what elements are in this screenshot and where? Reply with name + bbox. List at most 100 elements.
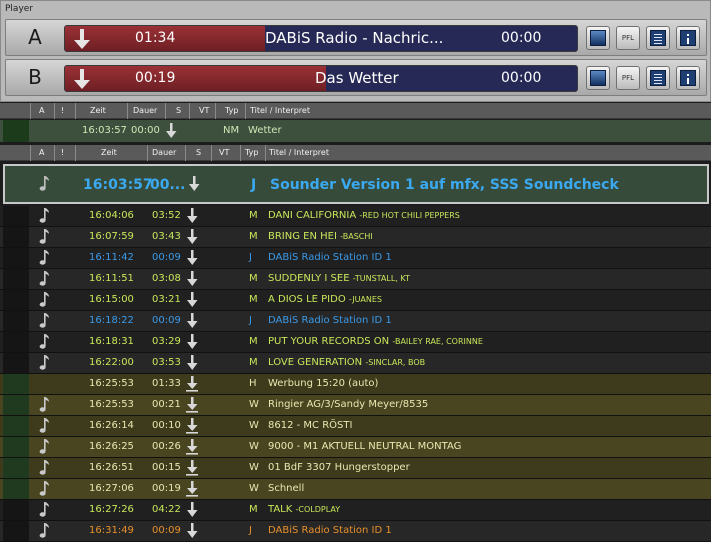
deck-b-cue-button[interactable] [586,66,610,90]
row-duration: 00:09 [152,315,181,326]
row-title-text: BRING EN HEI [268,231,337,242]
deck-a-cue-button[interactable] [586,26,610,50]
col-vt: VT [199,106,210,115]
row-marker [3,437,29,457]
document-icon [650,30,666,46]
deck-b: B 00:19 Das Wetter 00:00 PFL [5,59,707,96]
current-item-row[interactable]: 16:03:57 00... J Sounder Version 1 auf m… [3,164,709,204]
playlist-row[interactable]: 16:11:51 03:08 M SUDDENLY I SEE -TUNSTALL, … [0,269,711,290]
row-duration: 03:21 [152,294,181,305]
row-time: 16:04:06 [89,210,134,221]
row-time: 16:18:22 [89,315,134,326]
down-arrow-icon[interactable] [71,68,93,90]
current-type: J [251,177,257,193]
row-time: 16:25:53 [89,378,134,389]
deck-b-pfl-button[interactable]: PFL [616,66,640,90]
row-duration: 04:22 [152,504,181,515]
row-type: W [249,399,259,410]
row-artist: -JUANES [348,295,383,304]
row-marker [3,416,29,436]
next-item-row[interactable]: 16:03:57 00:00 NM Wetter [0,120,711,142]
col-a: A [39,148,45,157]
row-marker [3,269,29,289]
col-duration: Dauer [133,106,158,115]
row-duration: 00:21 [152,399,181,410]
info-icon [680,30,696,46]
playlist-row[interactable]: 16:25:53 01:33 H Werbung 15:20 (auto) [0,374,711,395]
playlist-row[interactable]: 16:04:06 03:52 M DANI CALIFORNIA -RED HOT C… [0,206,711,227]
playlist-row[interactable]: 16:22:00 03:53 M LOVE GENERATION -SINCLAR, … [0,353,711,374]
row-title: Ringier AG/3/Sandy Meyer/8535 [268,399,428,410]
deck-a: A 01:34 DABiS Radio - Nachric... 00:00 P… [5,19,707,56]
row-marker [3,332,29,352]
playlist-row[interactable]: 16:27:06 00:19 W Schnell [0,479,711,500]
row-title-text: 01 BdF 3307 Hungerstopper [268,462,410,473]
row-title: Schnell [268,483,304,494]
row-marker [3,458,29,478]
row-type: W [249,462,259,473]
deck-b-info-button[interactable] [676,66,700,90]
playout-window: Player A 01:34 DABiS Radio - Nachric... … [0,0,711,542]
square-icon [590,70,606,86]
row-duration: 00:19 [152,483,181,494]
deck-b-progress-bar[interactable]: 00:19 Das Wetter 00:00 [64,65,578,92]
row-title: Werbung 15:20 (auto) [268,378,378,389]
deck-b-list-button[interactable] [646,66,670,90]
row-type: M [249,336,258,347]
row-time: 16:26:14 [89,420,134,431]
down-arrow-icon[interactable] [71,28,93,50]
row-duration: 00:15 [152,462,181,473]
row-marker [3,479,29,499]
playlist-row[interactable]: 16:26:14 00:10 W 8612 - MC RÖSTI [0,416,711,437]
row-time: 16:27:06 [89,483,134,494]
row-marker [3,311,29,331]
row-marker [3,248,29,268]
pfl-label: PFL [621,34,635,42]
row-time: 16:26:51 [89,462,134,473]
row-type: W [249,483,259,494]
row-type: M [249,504,258,515]
row-artist: -COLDPLAY [295,505,341,514]
row-type: W [249,420,259,431]
row-time: 16:18:31 [89,336,134,347]
playlist-row[interactable]: 16:18:22 00:09 J DABiS Radio Station ID 1 [0,311,711,332]
player-panel-title: Player [5,4,34,14]
deck-a-pfl-button[interactable]: PFL [616,26,640,50]
row-time: 16:26:25 [89,441,134,452]
row-type: J [249,315,252,326]
row-marker [3,120,29,142]
col-s: S [196,148,202,157]
playlist-row[interactable]: 16:15:00 03:21 M A DIOS LE PIDO -JUANES [0,290,711,311]
row-duration: 03:43 [152,231,181,242]
row-type: J [249,525,252,536]
deck-a-list-button[interactable] [646,26,670,50]
row-time: 16:25:53 [89,399,134,410]
row-duration: 00:09 [152,525,181,536]
col-a: A [39,106,45,115]
playlist-row[interactable]: 16:18:31 03:29 M PUT YOUR RECORDS ON -BAILE… [0,332,711,353]
playlist-row[interactable]: 16:31:49 00:09 J DABiS Radio Station ID 1 [0,521,711,542]
playlist-row[interactable]: 16:26:25 00:26 W 9000 - M1 AKTUELL NEUTRAL … [0,437,711,458]
playlist-row[interactable]: 16:27:26 04:22 M TALK -COLDPLAY [0,500,711,521]
next-list-header: A ! Zeit Dauer S VT Typ Titel / Interpre… [0,103,711,119]
col-s: S [176,106,182,115]
row-title-text: DABiS Radio Station ID 1 [268,525,392,536]
row-title-text: 8612 - MC RÖSTI [268,420,353,431]
row-title-text: TALK [268,504,293,515]
row-duration: 03:53 [152,357,181,368]
row-duration: 00:09 [152,252,181,263]
col-vt: VT [219,148,230,157]
playlist-row[interactable]: 16:07:59 03:43 M BRING EN HEI -BASCHI [0,227,711,248]
row-type: M [249,273,258,284]
deck-a-info-button[interactable] [676,26,700,50]
playlist-row[interactable]: 16:25:53 00:21 W Ringier AG/3/Sandy Meyer/8… [0,395,711,416]
row-type: H [249,378,257,389]
row-title: PUT YOUR RECORDS ON -BAILEY RAE, CORINNE [268,336,483,347]
deck-a-progress-bar[interactable]: 01:34 DABiS Radio - Nachric... 00:00 [64,25,578,52]
row-marker [3,206,29,226]
playlist-row[interactable]: 16:11:42 00:09 J DABiS Radio Station ID 1 [0,248,711,269]
col-duration: Dauer [152,148,177,157]
playlist-row[interactable]: 16:26:51 00:15 W 01 BdF 3307 Hungerstopper [0,458,711,479]
row-marker [3,227,29,247]
row-title: BRING EN HEI -BASCHI [268,231,373,242]
